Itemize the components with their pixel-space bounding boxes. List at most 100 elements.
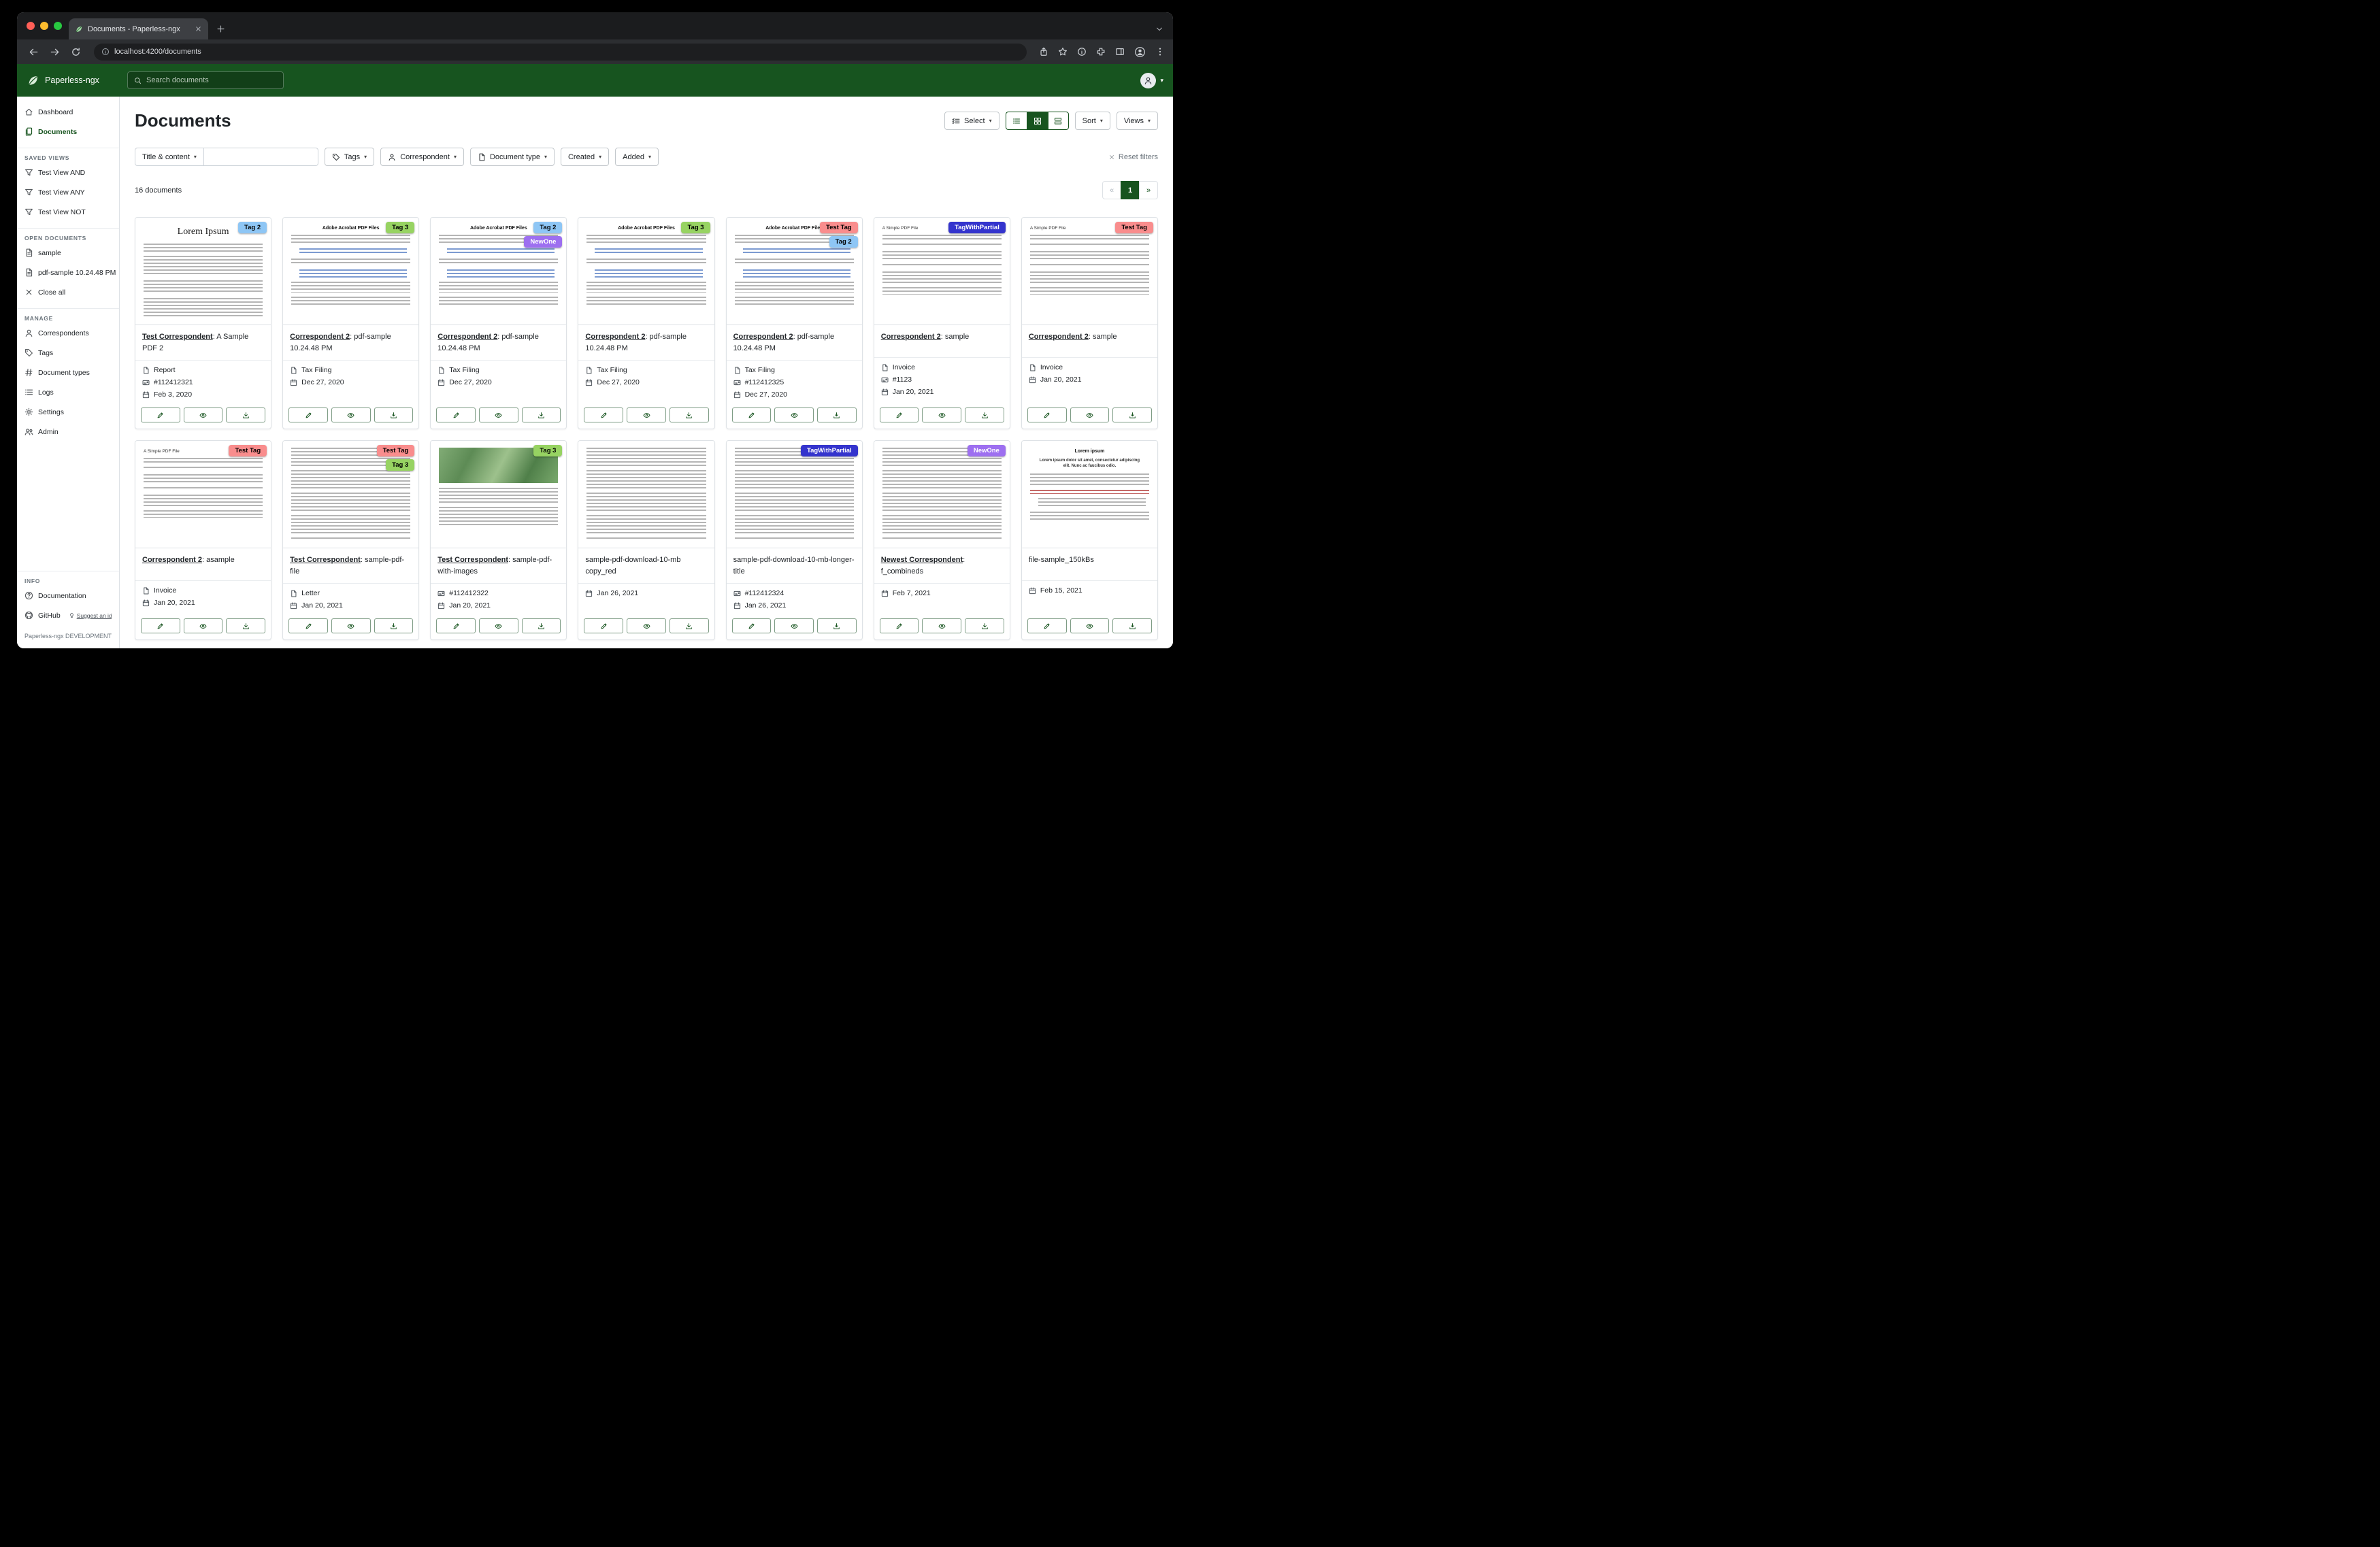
edit-button[interactable] bbox=[584, 618, 623, 633]
download-button[interactable] bbox=[226, 407, 265, 422]
select-button[interactable]: Select ▾ bbox=[944, 112, 999, 130]
view-button[interactable] bbox=[331, 407, 371, 422]
view-toggle-grid-button[interactable] bbox=[1027, 112, 1048, 130]
tag-badge[interactable]: TagWithPartial bbox=[948, 222, 1006, 233]
correspondent-link[interactable]: Correspondent 2 bbox=[585, 333, 645, 341]
download-button[interactable] bbox=[374, 407, 414, 422]
sidebar-item-sample[interactable]: sample bbox=[17, 243, 119, 263]
tag-badge[interactable]: Tag 3 bbox=[533, 445, 562, 456]
tag-badge[interactable]: Test Tag bbox=[1115, 222, 1153, 233]
correspondent-link[interactable]: Test Correspondent bbox=[142, 333, 213, 341]
document-thumbnail[interactable]: Lorem ipsumLorem ipsum dolor sit amet, c… bbox=[1022, 441, 1157, 548]
view-button[interactable] bbox=[922, 618, 961, 633]
browser-menu-button[interactable] bbox=[1155, 47, 1165, 56]
added-filter-button[interactable]: Added ▾ bbox=[615, 148, 659, 166]
back-button[interactable] bbox=[29, 47, 39, 57]
view-button[interactable] bbox=[331, 618, 371, 633]
browser-profile-button[interactable] bbox=[1134, 46, 1146, 58]
document-thumbnail[interactable]: Adobe Acrobat PDF FilesTag 3 bbox=[283, 218, 418, 325]
window-close-button[interactable] bbox=[27, 22, 35, 30]
view-button[interactable] bbox=[1070, 407, 1110, 422]
tag-badge[interactable]: NewOne bbox=[524, 236, 562, 248]
edit-button[interactable] bbox=[288, 618, 328, 633]
edit-button[interactable] bbox=[880, 618, 919, 633]
title-content-dropdown[interactable]: Title & content ▾ bbox=[135, 148, 204, 166]
tag-badge[interactable]: Tag 3 bbox=[681, 222, 710, 233]
edit-button[interactable] bbox=[1027, 407, 1067, 422]
correspondent-link[interactable]: Correspondent 2 bbox=[1029, 333, 1089, 341]
app-brand[interactable]: Paperless-ngx bbox=[27, 74, 119, 87]
site-info-icon[interactable] bbox=[101, 48, 110, 56]
view-button[interactable] bbox=[922, 407, 961, 422]
extensions-button[interactable] bbox=[1096, 47, 1106, 56]
sidebar-item-test-view-not[interactable]: Test View NOT bbox=[17, 202, 119, 222]
correspondent-filter-button[interactable]: Correspondent ▾ bbox=[380, 148, 464, 166]
download-button[interactable] bbox=[522, 407, 561, 422]
download-button[interactable] bbox=[965, 407, 1004, 422]
view-button[interactable] bbox=[479, 407, 518, 422]
reload-button[interactable] bbox=[71, 47, 81, 57]
edit-button[interactable] bbox=[436, 618, 476, 633]
document-type-filter-button[interactable]: Document type ▾ bbox=[470, 148, 555, 166]
document-thumbnail[interactable]: Adobe Acrobat PDF FilesTag 2NewOne bbox=[431, 218, 566, 325]
tag-badge[interactable]: Tag 3 bbox=[386, 222, 414, 233]
view-button[interactable] bbox=[1070, 618, 1110, 633]
sidebar-item-documents[interactable]: Documents bbox=[17, 122, 119, 142]
pagination-page-1-button[interactable]: 1 bbox=[1121, 181, 1140, 199]
correspondent-link[interactable]: Test Correspondent bbox=[290, 556, 361, 564]
document-thumbnail[interactable]: TagWithPartial bbox=[727, 441, 862, 548]
document-thumbnail[interactable]: Lorem IpsumTag 2 bbox=[135, 218, 271, 325]
share-button[interactable] bbox=[1039, 47, 1048, 56]
pagination-next-button[interactable]: » bbox=[1139, 181, 1158, 199]
download-button[interactable] bbox=[374, 618, 414, 633]
sidebar-item-github[interactable]: GitHubSuggest an idea bbox=[17, 605, 119, 625]
edit-button[interactable] bbox=[732, 407, 772, 422]
pagination-prev-button[interactable]: « bbox=[1102, 181, 1121, 199]
correspondent-link[interactable]: Correspondent 2 bbox=[733, 333, 793, 341]
edit-button[interactable] bbox=[880, 407, 919, 422]
sidebar-item-test-view-and[interactable]: Test View AND bbox=[17, 163, 119, 182]
correspondent-link[interactable]: Correspondent 2 bbox=[142, 556, 202, 564]
correspondent-link[interactable]: Test Correspondent bbox=[437, 556, 508, 564]
document-thumbnail[interactable]: Adobe Acrobat PDF FilesTag 3 bbox=[578, 218, 714, 325]
download-button[interactable] bbox=[670, 618, 709, 633]
created-filter-button[interactable]: Created ▾ bbox=[561, 148, 609, 166]
url-bar[interactable]: localhost:4200/documents bbox=[94, 44, 1027, 61]
tag-badge[interactable]: Test Tag bbox=[820, 222, 858, 233]
sort-button[interactable]: Sort ▾ bbox=[1075, 112, 1110, 130]
view-button[interactable] bbox=[627, 618, 666, 633]
side-panel-button[interactable] bbox=[1115, 47, 1125, 56]
tab-search-button[interactable] bbox=[1155, 25, 1163, 33]
title-content-input[interactable] bbox=[204, 148, 318, 166]
user-menu[interactable]: ▾ bbox=[1140, 73, 1163, 88]
views-button[interactable]: Views ▾ bbox=[1117, 112, 1158, 130]
bookmark-button[interactable] bbox=[1058, 47, 1068, 56]
suggest-an-idea-link[interactable]: Suggest an idea bbox=[69, 612, 112, 619]
tag-badge[interactable]: Tag 3 bbox=[386, 459, 414, 471]
document-thumbnail[interactable]: NewOne bbox=[874, 441, 1010, 548]
tag-badge[interactable]: Tag 2 bbox=[238, 222, 267, 233]
download-button[interactable] bbox=[226, 618, 265, 633]
view-button[interactable] bbox=[184, 407, 223, 422]
window-zoom-button[interactable] bbox=[54, 22, 62, 30]
tag-badge[interactable]: Tag 2 bbox=[829, 236, 858, 248]
edit-button[interactable] bbox=[141, 407, 180, 422]
view-toggle-list-button[interactable] bbox=[1006, 112, 1027, 130]
correspondent-link[interactable]: Correspondent 2 bbox=[290, 333, 350, 341]
document-thumbnail[interactable]: Adobe Acrobat PDF FilesTest TagTag 2 bbox=[727, 218, 862, 325]
page-info-button[interactable] bbox=[1077, 47, 1087, 56]
view-button[interactable] bbox=[774, 407, 814, 422]
edit-button[interactable] bbox=[436, 407, 476, 422]
tag-badge[interactable]: Test Tag bbox=[229, 445, 267, 456]
view-button[interactable] bbox=[184, 618, 223, 633]
correspondent-link[interactable]: Correspondent 2 bbox=[881, 333, 941, 341]
sidebar-item-dashboard[interactable]: Dashboard bbox=[17, 102, 119, 122]
browser-tab[interactable]: Documents - Paperless-ngx bbox=[69, 18, 208, 39]
edit-button[interactable] bbox=[732, 618, 772, 633]
tab-close-icon[interactable] bbox=[195, 25, 202, 33]
download-button[interactable] bbox=[965, 618, 1004, 633]
view-toggle-detail-button[interactable] bbox=[1048, 112, 1069, 130]
tag-badge[interactable]: TagWithPartial bbox=[801, 445, 858, 456]
download-button[interactable] bbox=[817, 407, 857, 422]
sidebar-item-document-types[interactable]: Document types bbox=[17, 363, 119, 382]
